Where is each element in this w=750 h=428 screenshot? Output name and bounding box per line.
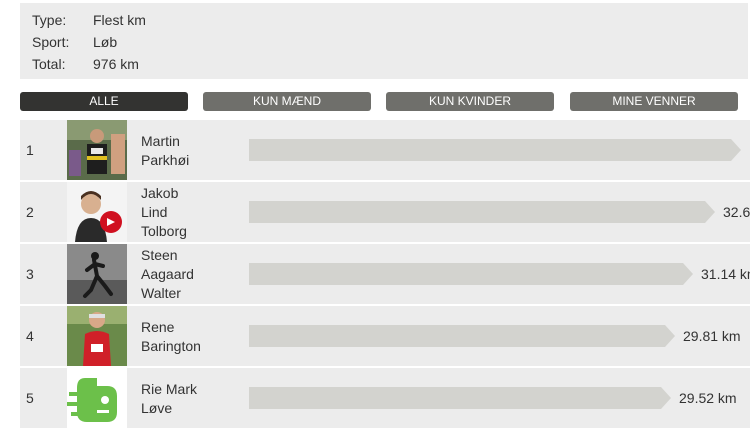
distance-value: 31.14 km — [701, 266, 750, 282]
summary-panel: Type: Flest km Sport: Løb Total: 976 km — [20, 3, 748, 79]
distance-bar — [249, 201, 715, 223]
avatar — [67, 120, 127, 180]
distance-bar — [249, 139, 741, 161]
ranking-row[interactable]: 4 Rene Barington 29.81 km — [20, 306, 750, 366]
distance-bar — [249, 263, 693, 285]
summary-total-label: Total: — [32, 56, 66, 72]
distance-bar — [249, 387, 671, 409]
runner-name[interactable]: Jakob Lind Tolborg — [141, 184, 187, 241]
distance-value: 32.67 km — [723, 204, 750, 220]
ranking-row[interactable]: 5 Rie Mark Løve 29.52 km — [20, 368, 750, 428]
summary-sport-value: Løb — [93, 34, 118, 50]
ranking-row[interactable]: 1 Martin Parkhøi — [20, 120, 750, 180]
summary-type-value: Flest km — [93, 12, 146, 28]
distance-value: 29.52 km — [679, 390, 737, 406]
tab-women-only[interactable]: KUN KVINDER — [386, 92, 554, 111]
ranking-row[interactable]: 2 Jakob Lind Tolborg 32.67 km — [20, 182, 750, 242]
distance-bar — [249, 325, 675, 347]
avatar — [67, 244, 127, 304]
runner-name[interactable]: Rene Barington — [141, 318, 201, 356]
summary-type-label: Type: — [32, 12, 67, 28]
runner-name[interactable]: Steen Aagaard Walter — [141, 246, 194, 303]
summary-total-value: 976 km — [93, 56, 139, 72]
rank-number: 3 — [26, 266, 34, 282]
runner-name[interactable]: Rie Mark Løve — [141, 380, 197, 418]
tab-my-friends[interactable]: MINE VENNER — [570, 92, 738, 111]
tab-all[interactable]: ALLE — [20, 92, 188, 111]
runner-name[interactable]: Martin Parkhøi — [141, 132, 189, 170]
rank-number: 2 — [26, 204, 34, 220]
distance-value: 29.81 km — [683, 328, 741, 344]
rank-number: 4 — [26, 328, 34, 344]
tab-men-only[interactable]: KUN MÆND — [203, 92, 371, 111]
avatar — [67, 182, 127, 242]
ranking-row[interactable]: 3 Steen Aagaard Walter 31.14 km — [20, 244, 750, 304]
filter-tabs: ALLE KUN MÆND KUN KVINDER MINE VENNER — [20, 92, 740, 112]
rank-number: 1 — [26, 142, 34, 158]
avatar — [67, 306, 127, 366]
rank-number: 5 — [26, 390, 34, 406]
avatar — [67, 368, 127, 428]
summary-sport-label: Sport: — [32, 34, 70, 50]
